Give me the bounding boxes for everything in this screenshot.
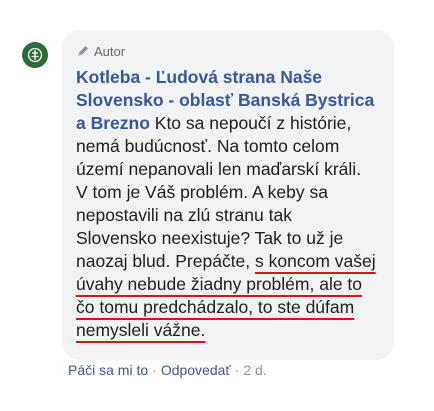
author-badge-label: Autor bbox=[94, 43, 126, 59]
separator: · bbox=[152, 362, 157, 378]
comment-actions: Páči sa mi to · Odpovedať · 2 d. bbox=[68, 362, 267, 378]
timestamp[interactable]: 2 d. bbox=[243, 362, 266, 378]
pencil-icon bbox=[78, 46, 88, 56]
author-badge: Autor bbox=[76, 42, 380, 60]
avatar[interactable] bbox=[22, 42, 48, 68]
separator: · bbox=[234, 362, 240, 378]
comment-bubble: Autor Kotleba - Ľudová strana Naše Slove… bbox=[62, 30, 394, 360]
like-link[interactable]: Páči sa mi to bbox=[68, 362, 148, 378]
party-logo-icon bbox=[27, 47, 43, 63]
comment-text: Kotleba - Ľudová strana Naše Slovensko -… bbox=[76, 66, 376, 342]
comment-body: Kto sa nepoučí z histórie, nemá budúcnos… bbox=[76, 113, 362, 271]
reply-link[interactable]: Odpovedať bbox=[161, 362, 231, 378]
